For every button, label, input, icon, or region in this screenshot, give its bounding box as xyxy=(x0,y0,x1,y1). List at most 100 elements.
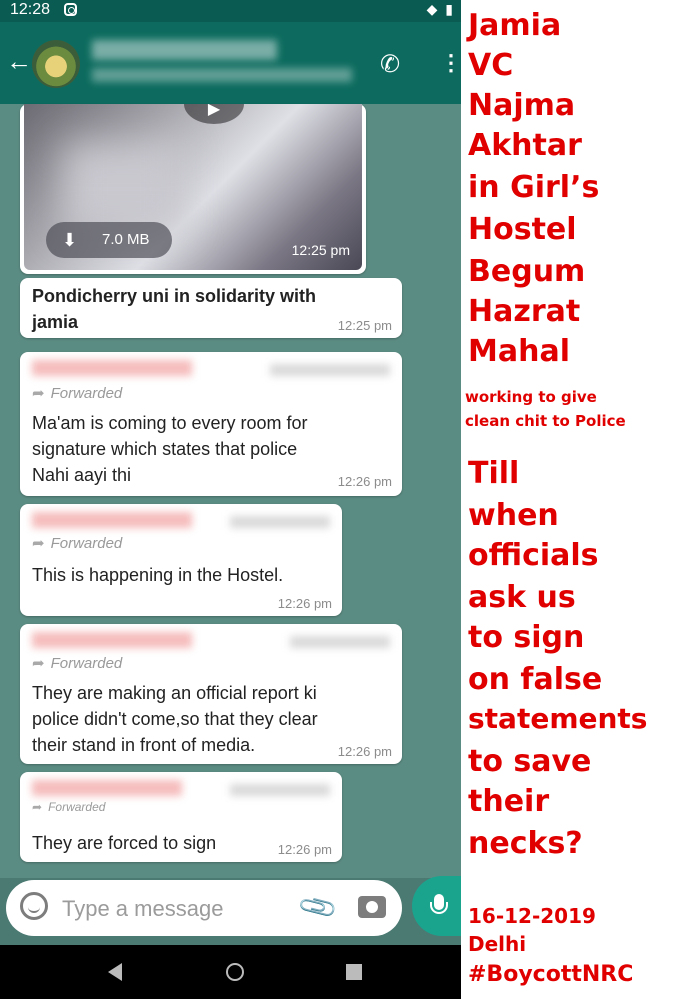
message-line: signature which states that police xyxy=(32,439,298,459)
forward-icon: ➦ xyxy=(32,800,43,814)
emoji-icon[interactable] xyxy=(20,892,48,920)
sender-name-redacted xyxy=(32,512,192,528)
caption-headline-line: in Girl’s xyxy=(468,170,600,205)
caption-hashtag: #BoycottNRC xyxy=(468,962,634,987)
caption-question-line: statements xyxy=(468,702,648,735)
message-text: Pondicherry uni in solidarity with jamia xyxy=(32,283,316,335)
forwarded-text: Forwarded xyxy=(50,535,123,552)
sender-phone-redacted xyxy=(230,784,330,796)
forwarded-label: ➦ Forwarded xyxy=(32,384,122,402)
forwarded-label: ➦ Forwarded xyxy=(32,800,105,814)
forwarded-text: Forwarded xyxy=(48,800,106,814)
message-time: 12:25 pm xyxy=(291,242,350,258)
nav-home-icon[interactable] xyxy=(226,963,244,981)
download-icon: ⬇ xyxy=(62,230,78,250)
sender-phone-redacted xyxy=(270,364,390,376)
message-text: They are making an official report ki po… xyxy=(32,680,318,758)
caption-question-line: officials xyxy=(468,538,599,573)
caption-headline-line: VC xyxy=(468,48,514,83)
chat-header: ← ✆ ⋮ xyxy=(0,22,461,104)
attachment-icon[interactable]: 📎 xyxy=(296,886,340,930)
forwarded-label: ➦ Forwarded xyxy=(32,534,122,552)
caption-headline-line: Akhtar xyxy=(468,128,582,163)
sender-name-redacted xyxy=(32,632,192,648)
caption-headline-line: Begum xyxy=(468,254,586,289)
mic-button[interactable] xyxy=(412,876,461,936)
caption-headline-line: Hazrat xyxy=(468,294,581,329)
sender-phone-redacted xyxy=(290,636,390,648)
forwarded-text: Forwarded xyxy=(50,655,123,672)
message-text: Ma'am is coming to every room for signat… xyxy=(32,410,308,488)
message-text: They are forced to sign xyxy=(32,830,216,856)
instagram-icon xyxy=(64,3,77,16)
sender-phone-redacted xyxy=(230,516,330,528)
protest-caption: Jamia VC Najma Akhtar in Girl’s Hostel B… xyxy=(461,0,683,999)
caption-question-line: when xyxy=(468,498,559,533)
video-message[interactable]: ▶ ⬇ 7.0 MB 12:25 pm xyxy=(20,104,366,274)
message-composer: 📎 xyxy=(6,880,402,936)
play-icon[interactable]: ▶ xyxy=(184,104,244,124)
caption-date: 16-12-2019 xyxy=(468,904,596,928)
message-line: They are forced to sign xyxy=(32,833,217,853)
message-line: This is happening in the Hostel. xyxy=(32,565,284,585)
caption-question-line: their xyxy=(468,784,550,819)
caption-question-line: ask us xyxy=(468,580,576,615)
contact-status-redacted xyxy=(92,68,352,82)
caption-question-line: to sign xyxy=(468,620,585,655)
camera-icon[interactable] xyxy=(358,896,386,918)
message-time: 12:26 pm xyxy=(277,596,332,611)
message-time: 12:26 pm xyxy=(277,842,332,857)
message-time: 12:26 pm xyxy=(337,744,392,759)
status-bar: 12:28 ◆ ▮ xyxy=(0,0,461,22)
caption-question-line: necks? xyxy=(468,826,583,861)
forward-icon: ➦ xyxy=(32,655,45,672)
message-bubble[interactable]: ➦ Forwarded Ma'am is coming to every room… xyxy=(20,352,402,496)
forward-icon: ➦ xyxy=(32,385,45,402)
caption-headline-line: Mahal xyxy=(468,334,570,369)
caption-place: Delhi xyxy=(468,932,527,956)
file-size: 7.0 MB xyxy=(102,231,150,248)
contact-name-redacted[interactable] xyxy=(92,40,277,60)
sender-name-redacted xyxy=(32,780,182,796)
message-line: their stand in front of media. xyxy=(32,735,256,755)
caption-subline: working to give xyxy=(465,388,597,406)
message-line: police didn't come,so that they clear xyxy=(32,709,318,729)
message-input[interactable] xyxy=(60,888,264,930)
sender-name-redacted xyxy=(32,360,192,376)
caption-headline-line: Najma xyxy=(468,88,576,123)
message-line: Ma'am is coming to every room for xyxy=(32,413,308,433)
nav-back-icon[interactable] xyxy=(108,963,122,981)
caption-question-line: to save xyxy=(468,744,592,779)
signal-battery-icon: ◆ ▮ xyxy=(426,1,455,17)
message-line: jamia xyxy=(32,312,79,332)
message-time: 12:25 pm xyxy=(337,318,392,333)
caption-headline-line: Jamia xyxy=(468,8,562,43)
caption-question-line: Till xyxy=(468,456,520,491)
video-thumbnail[interactable]: ▶ ⬇ 7.0 MB 12:25 pm xyxy=(24,104,362,270)
message-bubble[interactable]: ➦ Forwarded This is happening in the Host… xyxy=(20,504,342,616)
message-line: Nahi aayi thi xyxy=(32,465,132,485)
message-time: 12:26 pm xyxy=(337,474,392,489)
android-nav-bar xyxy=(0,945,461,999)
forwarded-text: Forwarded xyxy=(50,385,123,402)
add-call-icon[interactable]: ✆ xyxy=(380,50,400,79)
microphone-icon xyxy=(430,894,448,914)
back-arrow-icon[interactable]: ← xyxy=(6,48,32,74)
message-line: Pondicherry uni in solidarity with xyxy=(32,286,317,306)
contact-avatar[interactable] xyxy=(32,40,80,88)
nav-recents-icon[interactable] xyxy=(346,964,362,980)
forwarded-label: ➦ Forwarded xyxy=(32,654,122,672)
whatsapp-screenshot: 12:28 ◆ ▮ ← ✆ ⋮ ▶ ⬇ 7.0 MB 12:25 pm Pond… xyxy=(0,0,461,999)
caption-question-line: on false xyxy=(468,662,603,697)
message-bubble[interactable]: ➦ Forwarded They are making an official r… xyxy=(20,624,402,764)
status-time: 12:28 xyxy=(10,1,51,18)
caption-subline: clean chit to Police xyxy=(465,412,626,430)
download-button[interactable]: ⬇ 7.0 MB xyxy=(46,222,172,258)
message-text: This is happening in the Hostel. xyxy=(32,562,283,588)
more-options-icon[interactable]: ⋮ xyxy=(440,50,461,76)
message-bubble[interactable]: Pondicherry uni in solidarity with jamia… xyxy=(20,278,402,338)
caption-headline-line: Hostel xyxy=(468,212,577,247)
forward-icon: ➦ xyxy=(32,535,45,552)
message-line: They are making an official report ki xyxy=(32,683,317,703)
message-bubble[interactable]: ➦ Forwarded They are forced to sign 12:26… xyxy=(20,772,342,862)
